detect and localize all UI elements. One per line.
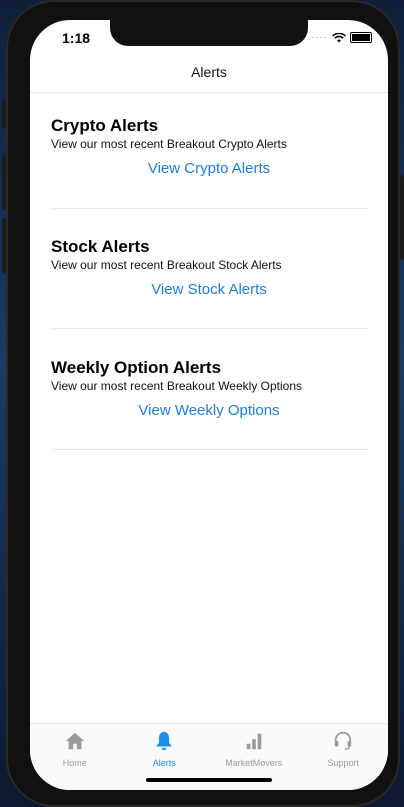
section-title: Stock Alerts: [51, 237, 150, 256]
home-icon: [65, 732, 84, 750]
bar-chart-icon: [246, 733, 262, 750]
bell-icon: [156, 731, 172, 751]
section-title: Crypto Alerts: [51, 116, 159, 135]
view-weekly-options-link[interactable]: View Weekly Options: [51, 402, 367, 419]
tab-label: Home: [62, 758, 87, 768]
side-button-power: [400, 175, 404, 260]
tab-home[interactable]: Home: [30, 724, 120, 790]
status-time: 1:18: [62, 30, 91, 46]
headset-icon: [335, 731, 352, 750]
app-screen: 1:18 ···· Alerts Crypto Alerts View our …: [30, 20, 388, 790]
section-divider: [51, 449, 367, 450]
status-icons: ····: [311, 32, 372, 43]
section-divider: [51, 328, 367, 329]
section-description: View our most recent Breakout Crypto Ale…: [51, 137, 287, 151]
section-description: View our most recent Breakout Weekly Opt…: [51, 379, 303, 393]
section-weekly-option-alerts: Weekly Option Alerts View our most recen…: [51, 358, 367, 450]
view-crypto-alerts-link[interactable]: View Crypto Alerts: [51, 160, 367, 177]
battery-icon: [350, 32, 372, 43]
section-divider: [51, 208, 367, 209]
side-button-mute: [2, 98, 6, 128]
page-title: Alerts: [191, 64, 227, 80]
home-indicator[interactable]: [146, 778, 272, 782]
section-description: View our most recent Breakout Stock Aler…: [51, 258, 282, 272]
tab-label: Support: [327, 758, 360, 768]
phone-frame: 1:18 ···· Alerts Crypto Alerts View our …: [2, 0, 404, 807]
notch: [110, 20, 308, 46]
section-crypto-alerts: Crypto Alerts View our most recent Break…: [51, 116, 367, 209]
cellular-dots-icon: ····: [310, 32, 328, 43]
side-button-volume-down: [2, 218, 6, 273]
tab-support[interactable]: Support: [299, 724, 389, 790]
section-title: Weekly Option Alerts: [51, 358, 222, 377]
nav-divider: [30, 92, 388, 93]
side-button-volume-up: [2, 155, 6, 210]
tab-label: MarketMovers: [225, 758, 283, 768]
tab-label: Alerts: [152, 758, 176, 768]
wifi-icon: [332, 32, 346, 42]
view-stock-alerts-link[interactable]: View Stock Alerts: [51, 281, 367, 298]
section-stock-alerts: Stock Alerts View our most recent Breako…: [51, 237, 367, 329]
